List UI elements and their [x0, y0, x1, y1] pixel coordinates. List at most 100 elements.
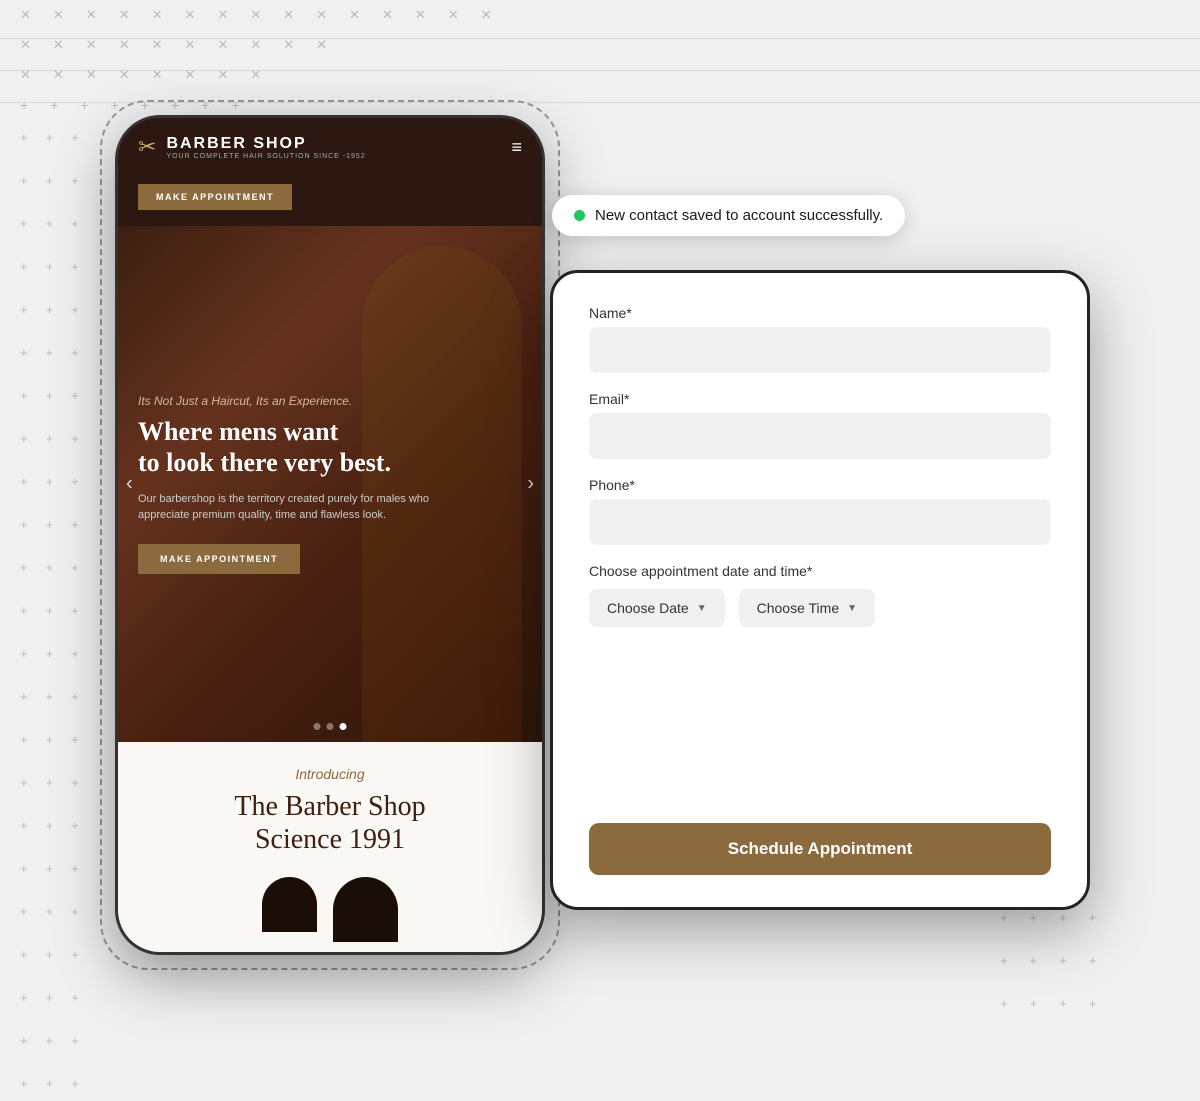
cross-decoration: + [71, 560, 79, 575]
cross-decoration: ✕ [152, 67, 163, 83]
cross-decoration: + [71, 861, 79, 876]
phone-logo-subtitle: YOUR COMPLETE HAIR SOLUTION SINCE -1952 [166, 153, 365, 160]
cross-decoration: + [20, 947, 28, 962]
cross-decoration: + [20, 646, 28, 661]
cross-decoration: + [71, 947, 79, 962]
cross-decoration: + [71, 1033, 79, 1048]
cross-decoration: + [46, 474, 54, 489]
cross-decoration: ✕ [185, 37, 196, 53]
cross-decoration: + [71, 689, 79, 704]
phone-logo-text: BARBER SHOP YOUR COMPLETE HAIR SOLUTION … [166, 135, 365, 160]
hero-appointment-button[interactable]: MAKE APPOINTMENT [138, 544, 300, 574]
cross-decoration: + [1030, 953, 1038, 968]
cross-decoration: + [46, 130, 54, 145]
cross-decoration: + [71, 173, 79, 188]
plus-decoration: + [201, 97, 209, 113]
cross-decoration: ✕ [185, 67, 196, 83]
cross-decoration: ✕ [415, 7, 426, 23]
cross-decoration: ✕ [119, 67, 130, 83]
carousel-dot-1[interactable] [314, 723, 321, 730]
datetime-label: Choose appointment date and time* [589, 563, 1051, 579]
carousel-next-button[interactable]: › [527, 472, 534, 495]
cross-decoration: ✕ [448, 7, 459, 23]
email-input[interactable] [589, 413, 1051, 459]
plus-decoration: + [231, 97, 239, 113]
choose-date-button[interactable]: Choose Date ▼ [589, 589, 725, 627]
toast-success-dot [574, 210, 585, 221]
cross-decoration: + [71, 732, 79, 747]
cross-decoration: + [71, 775, 79, 790]
cross-decoration: + [20, 603, 28, 618]
cross-decoration: ✕ [86, 7, 97, 23]
cross-decoration: ✕ [185, 7, 196, 23]
phone-label: Phone* [589, 477, 1051, 493]
cross-decoration: + [71, 1076, 79, 1091]
cross-decoration: + [1059, 953, 1067, 968]
cross-decoration: + [71, 818, 79, 833]
carousel-prev-button[interactable]: ‹ [126, 472, 133, 495]
cross-decoration: ✕ [86, 37, 97, 53]
toast-message: New contact saved to account successfull… [595, 207, 883, 224]
cross-decoration: + [46, 259, 54, 274]
cross-decoration: + [1059, 910, 1067, 925]
hamburger-menu-icon[interactable]: ≡ [511, 137, 522, 158]
cross-decoration: + [71, 904, 79, 919]
bottom-person-figures [138, 877, 522, 932]
cross-decoration: + [46, 173, 54, 188]
cross-decoration: + [1059, 996, 1067, 1011]
cross-decoration: ✕ [53, 7, 64, 23]
cross-decoration: ✕ [283, 37, 294, 53]
cross-decoration: + [20, 775, 28, 790]
phone-logo-title: BARBER SHOP [166, 135, 365, 153]
cross-decoration: ✕ [20, 67, 31, 83]
cross-decoration: ✕ [119, 37, 130, 53]
hero-content: Its Not Just a Haircut, Its an Experienc… [138, 394, 522, 573]
cross-decoration: ✕ [250, 67, 261, 83]
name-label: Name* [589, 305, 1051, 321]
cross-decoration: + [71, 216, 79, 231]
cross-decoration: ✕ [152, 7, 163, 23]
cross-decoration: + [1000, 910, 1008, 925]
name-input[interactable] [589, 327, 1051, 373]
cross-decoration: + [71, 474, 79, 489]
cross-decoration: ✕ [53, 37, 64, 53]
datetime-buttons-row: Choose Date ▼ Choose Time ▼ [589, 589, 1051, 627]
cross-decoration: + [71, 345, 79, 360]
cross-decoration: + [20, 818, 28, 833]
cross-decoration: + [71, 990, 79, 1005]
cross-decoration: + [20, 216, 28, 231]
cross-decoration: + [20, 517, 28, 532]
cross-decoration: + [46, 345, 54, 360]
cross-decoration: + [46, 818, 54, 833]
plus-decoration: + [80, 97, 88, 113]
toast-notification: New contact saved to account successfull… [552, 195, 905, 236]
carousel-dot-3[interactable] [340, 723, 347, 730]
cross-decoration: + [71, 388, 79, 403]
cross-decoration: + [20, 259, 28, 274]
cross-decoration: ✕ [217, 37, 228, 53]
phone-hero: Its Not Just a Haircut, Its an Experienc… [118, 226, 542, 742]
carousel-dot-2[interactable] [327, 723, 334, 730]
phone-input[interactable] [589, 499, 1051, 545]
cross-decoration: + [20, 1033, 28, 1048]
cross-decoration: + [46, 560, 54, 575]
cross-decoration: + [71, 603, 79, 618]
cross-decoration: + [20, 560, 28, 575]
cross-decoration: + [46, 517, 54, 532]
cross-decoration: + [1000, 996, 1008, 1011]
cross-decoration: + [1089, 910, 1097, 925]
hero-tagline: Its Not Just a Haircut, Its an Experienc… [138, 394, 522, 408]
cross-decoration: ✕ [119, 7, 130, 23]
person-figure-2 [333, 877, 398, 942]
phone-nav-appointment-button[interactable]: MAKE APPOINTMENT [138, 184, 292, 210]
cross-decoration: ✕ [481, 7, 492, 23]
phone-screen: ✂ BARBER SHOP YOUR COMPLETE HAIR SOLUTIO… [118, 118, 542, 952]
cross-decoration: + [46, 603, 54, 618]
cross-decoration: ✕ [152, 37, 163, 53]
schedule-appointment-button[interactable]: Schedule Appointment [589, 823, 1051, 875]
cross-decoration: + [20, 474, 28, 489]
choose-time-button[interactable]: Choose Time ▼ [739, 589, 875, 627]
cross-decoration: ✕ [349, 7, 360, 23]
chevron-down-icon: ▼ [847, 603, 857, 614]
chevron-down-icon: ▼ [697, 603, 707, 614]
